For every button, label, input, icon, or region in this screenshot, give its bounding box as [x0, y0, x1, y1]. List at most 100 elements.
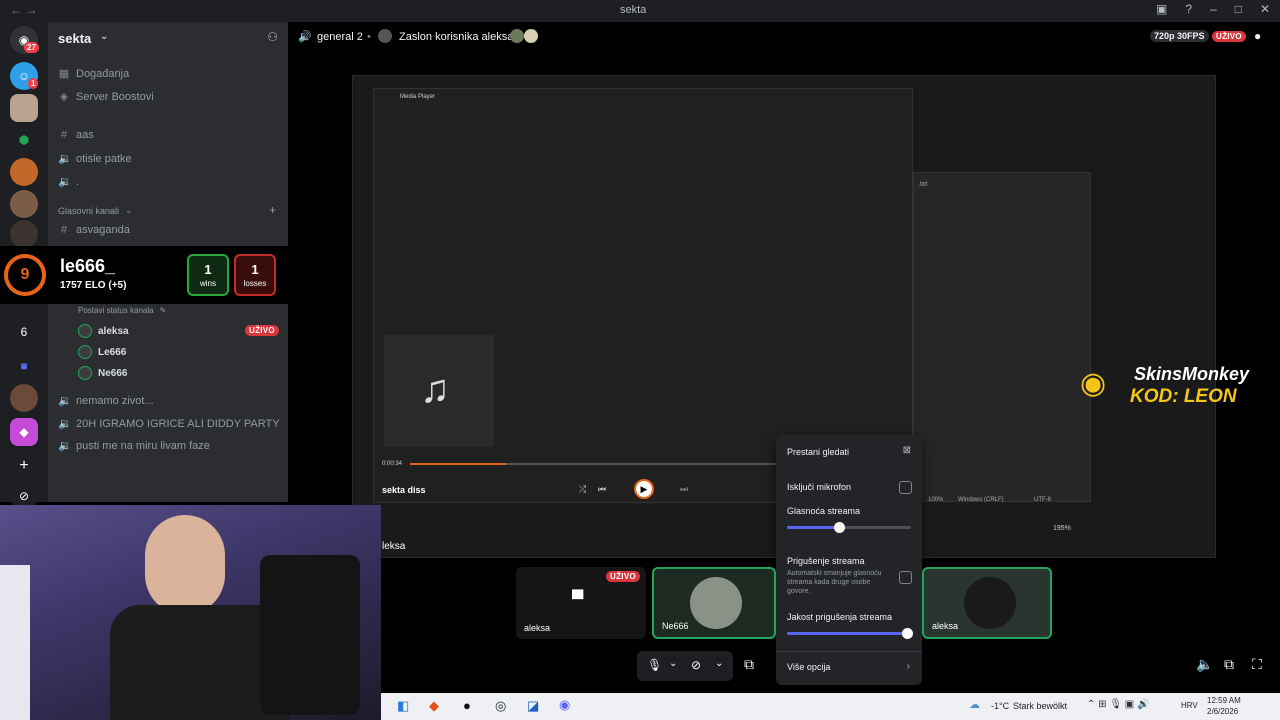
tray-icons[interactable]: ⌃ ⊞ 🎙 ▣ 🔊: [1087, 699, 1149, 710]
status-hint[interactable]: Postavi status kanala ✎: [78, 306, 166, 315]
avatar: [964, 577, 1016, 629]
ducking-checkbox[interactable]: [899, 571, 912, 584]
channel-aas[interactable]: # aas: [58, 129, 94, 141]
media-player-title: Media Player: [400, 94, 436, 100]
calendar-icon: ▦: [58, 68, 70, 80]
voice-user[interactable]: Le666: [78, 345, 126, 359]
separator: •: [367, 31, 371, 43]
channel-diddy-party[interactable]: 🔉 20H IGRAMO IGRICE ALI DIDDY PARTY: [58, 417, 280, 431]
voice-channel-name[interactable]: general 2: [317, 31, 363, 43]
boosts-item[interactable]: ◈ Server Boostovi: [58, 90, 154, 104]
streamer-face: [145, 515, 225, 615]
hash-icon: #: [60, 129, 68, 141]
window-title: sekta: [620, 4, 647, 16]
voice-user[interactable]: aleksa: [78, 324, 129, 338]
slider-handle[interactable]: [902, 628, 914, 639]
add-member-icon[interactable]: ⚇: [267, 30, 278, 44]
add-server-icon[interactable]: +: [10, 452, 38, 480]
elo-level: 9: [4, 254, 46, 296]
ducking-strength-label: Jakost prigušenja streama: [787, 612, 893, 622]
stop-icon[interactable]: ⊠: [903, 445, 911, 456]
server-icon[interactable]: ☺ 1: [10, 62, 39, 90]
help-icon[interactable]: ?: [1185, 2, 1192, 16]
volume-slider[interactable]: [787, 522, 911, 533]
events-item[interactable]: ▦ Događanja: [58, 67, 129, 81]
chevron-down-icon[interactable]: ⌄: [100, 31, 108, 42]
slider-handle[interactable]: [834, 522, 846, 533]
channel-dot[interactable]: 🔉.: [58, 175, 79, 189]
discord-icon[interactable]: ◉: [559, 697, 570, 713]
popout-icon[interactable]: ⧉: [1224, 656, 1234, 673]
weather-temp[interactable]: -1°C: [991, 701, 1009, 711]
player-name: le666_: [60, 256, 116, 276]
keyboard-language[interactable]: HRV: [1181, 701, 1198, 710]
screen-icon[interactable]: ▣: [1156, 2, 1167, 16]
clock-time[interactable]: 12:59 AM: [1207, 696, 1241, 705]
previous-icon[interactable]: ⏮: [598, 484, 606, 495]
chevron-down-icon: ⌄: [125, 205, 133, 215]
speaker-icon: 🔉: [58, 418, 72, 430]
channel-pusti-me[interactable]: 🔉 pusti me na miru livam faze: [58, 439, 210, 453]
channel-otisle-patke[interactable]: 🔉 otisle patke: [58, 152, 132, 166]
speaker-icon: 🔉: [58, 395, 72, 407]
shuffle-icon[interactable]: ⤮: [579, 484, 586, 495]
avatar: [78, 366, 92, 380]
album-art: ♫: [384, 335, 494, 447]
participant-tile[interactable]: aleksa: [922, 567, 1052, 639]
channel-nemamo-zivot[interactable]: 🔉 nemamo zivot...: [58, 394, 154, 408]
discord-home-icon[interactable]: ◉ 27: [10, 26, 39, 54]
stream-username: leksa: [382, 541, 406, 552]
maximize-button[interactable]: □: [1235, 2, 1242, 16]
progress-bar[interactable]: [410, 463, 780, 465]
folder-icon[interactable]: ■: [10, 352, 38, 380]
sponsor-code: KOD: LEON: [1130, 386, 1237, 407]
back-forward-icon[interactable]: ← →: [10, 3, 37, 17]
fullscreen-icon[interactable]: ⛶: [1252, 656, 1262, 673]
more-options[interactable]: Više opcija: [787, 662, 830, 672]
server-icon[interactable]: [10, 158, 38, 186]
stop-watching[interactable]: Prestani gledati: [787, 447, 849, 457]
chat-icon[interactable]: ●: [1254, 29, 1261, 43]
close-button[interactable]: ✕: [1260, 2, 1270, 16]
volume-icon[interactable]: 🔈: [1196, 656, 1213, 673]
server-icon[interactable]: [10, 384, 38, 412]
microphone-icon[interactable]: 🎙: [647, 658, 662, 672]
voice-user[interactable]: Ne666: [78, 366, 127, 380]
server-icon[interactable]: [10, 220, 38, 248]
speaker-icon: 🔉: [58, 440, 72, 452]
notepad-encoding: UTF-8: [1034, 497, 1051, 503]
server-number[interactable]: 6: [10, 318, 38, 346]
steam-icon[interactable]: ◎: [495, 698, 506, 714]
share-screen-icon[interactable]: ⧉: [744, 656, 754, 673]
app-icon[interactable]: ◪: [527, 698, 539, 714]
avatar: [510, 29, 524, 43]
server-icon[interactable]: [10, 94, 38, 122]
brave-icon[interactable]: ◆: [429, 698, 439, 714]
server-badge: 1: [28, 78, 39, 89]
minimize-button[interactable]: –: [1210, 2, 1217, 16]
channel-asvaganda[interactable]: # asvaganda: [58, 224, 130, 236]
outlook-icon[interactable]: ◧: [397, 698, 409, 714]
playback-time: 0:00:34: [382, 461, 403, 467]
voice-category[interactable]: Glasovni kanali ⌄: [58, 205, 133, 216]
server-icon[interactable]: ⬢: [10, 126, 38, 154]
next-icon[interactable]: ⏭: [680, 484, 688, 495]
participant-tile[interactable]: UŽIVO ▀ aleksa: [516, 567, 646, 639]
elo-value: 1757 ELO (+5): [60, 280, 127, 291]
notepad-zoom: 100%: [928, 497, 944, 503]
chevron-down-icon[interactable]: ⌄: [715, 658, 723, 669]
mute-mic-checkbox[interactable]: [899, 481, 912, 494]
screen-share-icon: ▀: [572, 591, 584, 608]
chevron-down-icon[interactable]: ⌄: [669, 658, 677, 669]
app-icon[interactable]: ●: [463, 698, 471, 713]
add-channel-icon[interactable]: +: [269, 203, 276, 217]
play-button[interactable]: ▶: [634, 479, 654, 499]
server-icon[interactable]: ◆: [10, 418, 38, 446]
server-icon[interactable]: [10, 190, 38, 218]
camera-off-icon[interactable]: ⊘: [691, 658, 701, 672]
gaming-chair: [260, 555, 360, 715]
ducking-slider[interactable]: [787, 628, 914, 639]
monitor: [0, 565, 30, 720]
participant-tile[interactable]: Ne666: [652, 567, 776, 639]
server-name[interactable]: sekta: [58, 31, 91, 46]
